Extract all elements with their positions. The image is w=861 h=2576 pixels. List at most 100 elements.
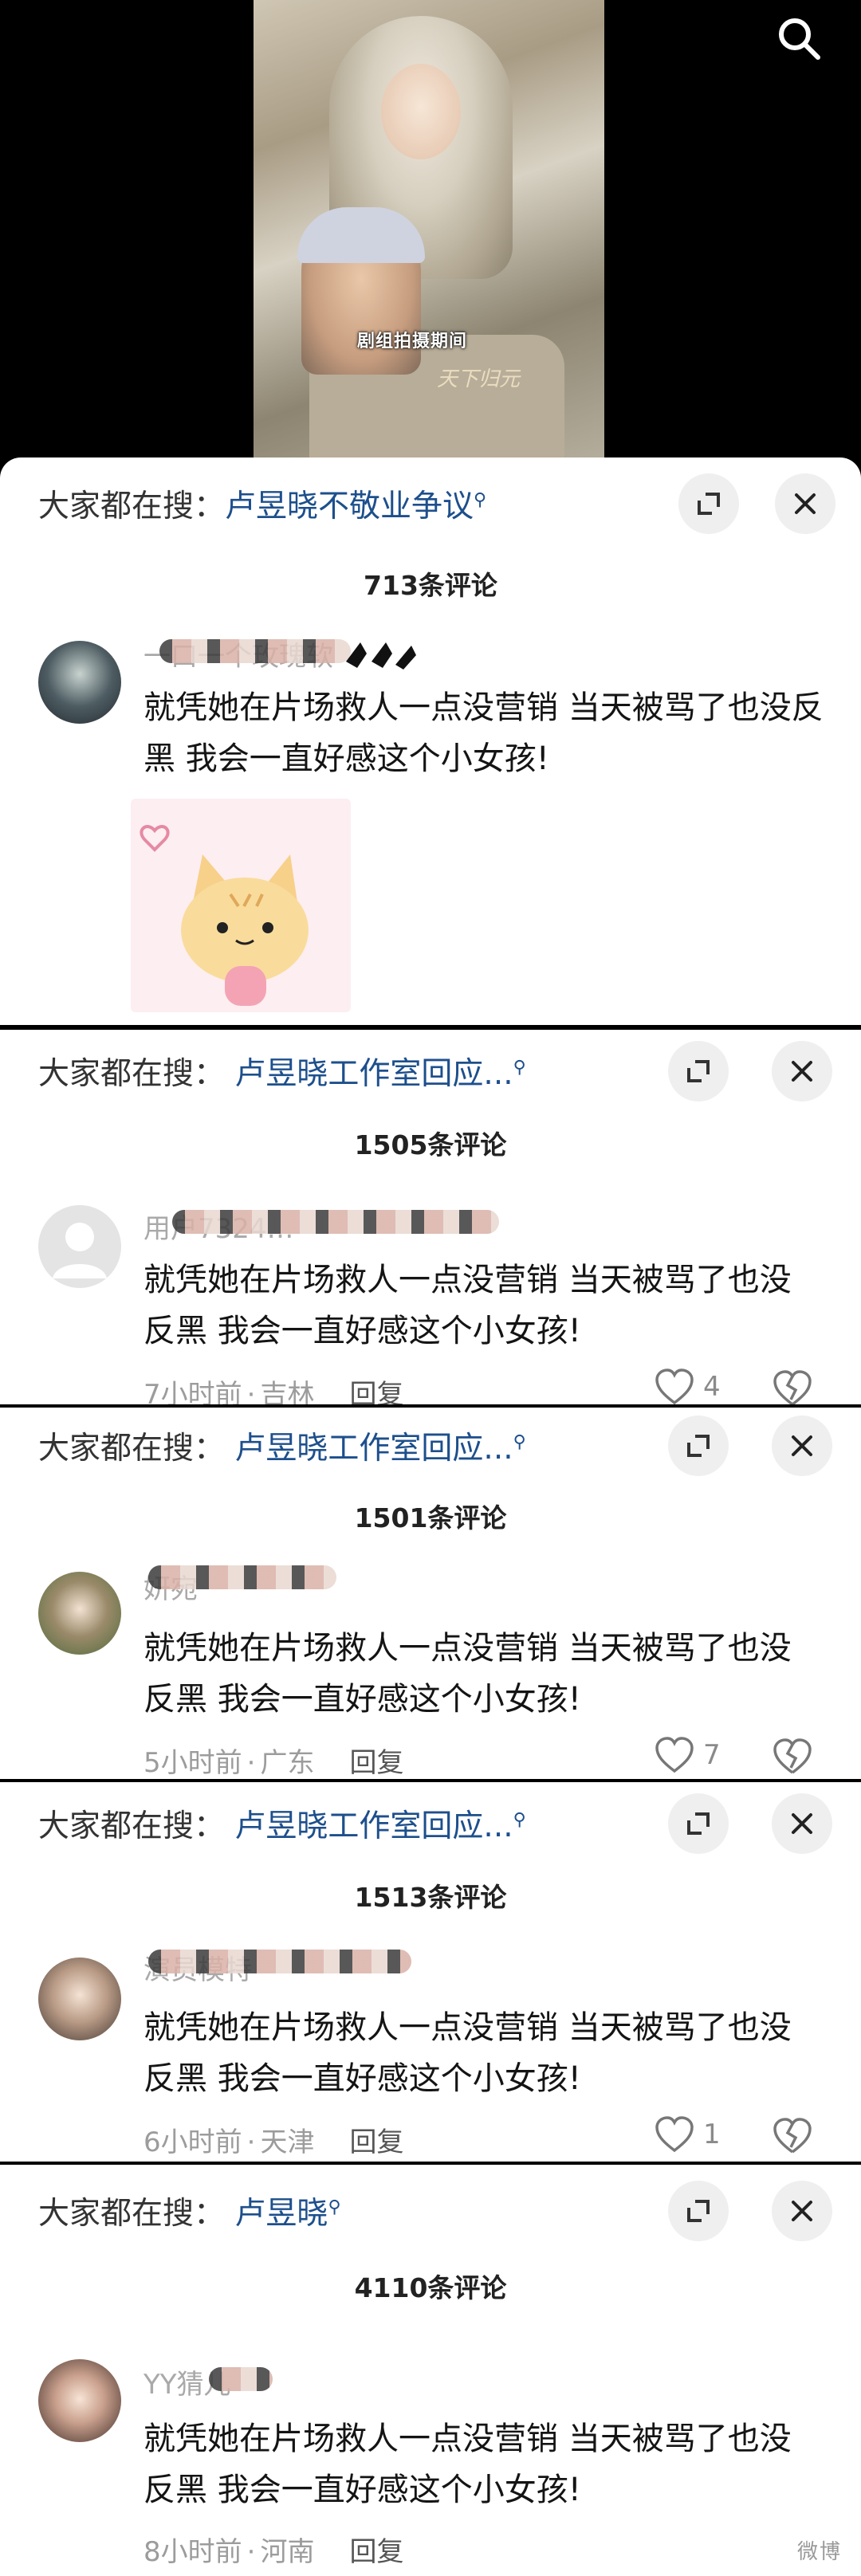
expand-icon <box>687 1435 710 1457</box>
trending-search-prefix: 大家都在搜： <box>38 1056 226 1092</box>
comment-meta: 5小时前 · 广东 回复 <box>144 1747 404 1779</box>
comment-meta: 6小时前 · 天津 回复 <box>144 2126 404 2158</box>
search-small-icon: ⚲ <box>513 1058 526 1078</box>
trending-search-term[interactable]: 卢昱晓工作室回应... <box>234 1056 513 1092</box>
comment-count: 4110条评论 <box>354 2272 507 2303</box>
username-mosaic <box>209 2367 273 2391</box>
comment-text: 就凭她在片场救人一点没营销 当天被骂了也没反黑 我会一直好感这个小女孩! <box>144 1630 792 1718</box>
panel-header: 大家都在搜：卢昱晓不敬业争议⚲ <box>0 457 861 553</box>
username-mosaic <box>172 1210 499 1234</box>
expand-button[interactable] <box>668 1041 729 1101</box>
comment-text: 就凭她在片场救人一点没营销 当天被骂了也没反黑 我会一直好感这个小女孩! <box>144 2009 792 2097</box>
like-button[interactable]: 1 <box>654 2115 721 2154</box>
cat-sticker-image[interactable] <box>131 799 351 1012</box>
comment-time: 7小时前 <box>144 1379 242 1404</box>
close-icon <box>795 493 816 514</box>
expand-icon <box>687 1060 710 1082</box>
trending-search-prefix: 大家都在搜： <box>38 2196 226 2232</box>
close-button[interactable] <box>772 2181 832 2241</box>
default-avatar-icon <box>53 1223 107 1278</box>
comment-panel: 大家都在搜： 卢昱晓⚲ 4110条评论 YY猜儿 就凭她在片场救人一点没营销 当… <box>0 2165 861 2576</box>
trending-search-term[interactable]: 卢昱晓工作室回应... <box>234 1431 513 1467</box>
expand-button[interactable] <box>668 1793 729 1854</box>
trending-search-prefix: 大家都在搜： <box>38 1808 226 1844</box>
trending-search[interactable]: 大家都在搜： 卢昱晓工作室回应...⚲ <box>38 1423 526 1468</box>
search-icon[interactable] <box>773 13 824 64</box>
like-button[interactable]: 4 <box>654 1368 721 1404</box>
reply-button[interactable]: 回复 <box>349 1747 403 1779</box>
close-button[interactable] <box>772 1793 832 1854</box>
badge-icon <box>346 642 416 670</box>
comment-time: 8小时前 <box>144 2536 242 2568</box>
expand-button[interactable] <box>668 2181 729 2241</box>
trending-search-prefix: 大家都在搜： <box>38 489 226 524</box>
video-caption: 剧组拍摄期间 <box>357 332 468 351</box>
reply-button[interactable]: 回复 <box>349 1379 403 1404</box>
broken-heart-icon[interactable] <box>772 1736 813 1777</box>
expand-icon <box>687 1812 710 1835</box>
panel-header: 大家都在搜： 卢昱晓工作室回应...⚲ <box>0 1782 861 1878</box>
broken-heart-icon[interactable] <box>772 1368 813 1404</box>
comment-time: 6小时前 <box>144 2126 242 2158</box>
panel-header: 大家都在搜： 卢昱晓工作室回应...⚲ <box>0 1030 861 1125</box>
comment-count: 1505条评论 <box>354 1129 507 1160</box>
search-small-icon: ⚲ <box>474 490 487 510</box>
expand-icon <box>687 2200 710 2222</box>
comment-location: 广东 <box>260 1747 315 1779</box>
expand-button[interactable] <box>678 473 739 534</box>
comment-count: 1501条评论 <box>354 1502 507 1533</box>
weibo-watermark: 微博 <box>796 2540 842 2564</box>
expand-icon <box>698 493 720 515</box>
comment-panel: 大家都在搜：卢昱晓不敬业争议⚲ 713条评论 一口一个玫瑰软 就凭她在片场救人一… <box>0 457 861 1025</box>
comment-meta: 7小时前 · 吉林 回复 <box>144 1372 403 1404</box>
panel-header: 大家都在搜： 卢昱晓工作室回应...⚲ <box>0 1408 861 1503</box>
trending-search[interactable]: 大家都在搜： 卢昱晓工作室回应...⚲ <box>38 1049 526 1094</box>
comment-text: 就凭她在片场救人一点没营销 当天被骂了也没反黑 我会一直好感这个小女孩! <box>144 1262 792 1349</box>
comment-text: 就凭她在片场救人一点没营销 当天被骂了也没反黑 我会一直好感这个小女孩! <box>144 689 824 777</box>
trending-search-term[interactable]: 卢昱晓工作室回应... <box>234 1808 513 1844</box>
close-icon <box>792 1813 812 1834</box>
video-player[interactable]: 剧组拍摄期间 天下归元 <box>0 0 861 478</box>
avatar[interactable] <box>38 2359 121 2442</box>
broken-heart-icon[interactable] <box>772 2115 813 2157</box>
comment-count: 1513条评论 <box>354 1882 507 1913</box>
video-watermark: 天下归元 <box>437 367 521 391</box>
heart-icon <box>655 1737 694 1773</box>
close-icon <box>792 2201 812 2221</box>
comment-panel: 大家都在搜： 卢昱晓工作室回应...⚲ 1501条评论 妍宛 就凭她在片场救人一… <box>0 1408 861 1779</box>
comment-meta: 8小时前 · 河南 回复 <box>144 2536 404 2568</box>
comment-count: 713条评论 <box>364 570 497 601</box>
panel-header: 大家都在搜： 卢昱晓⚲ <box>0 2165 861 2260</box>
comment-location: 河南 <box>260 2536 315 2568</box>
comment-text: 就凭她在片场救人一点没营销 当天被骂了也没反黑 我会一直好感这个小女孩! <box>144 2421 792 2508</box>
trending-search-prefix: 大家都在搜： <box>38 1431 226 1467</box>
video-figure-face <box>381 64 461 159</box>
heart-icon <box>655 2116 694 2153</box>
like-count: 7 <box>703 1739 721 1771</box>
close-button[interactable] <box>772 1416 832 1476</box>
avatar[interactable] <box>38 1572 121 1655</box>
heart-icon <box>655 1368 694 1404</box>
comment-location: 天津 <box>260 2126 315 2158</box>
trending-search[interactable]: 大家都在搜：卢昱晓不敬业争议⚲ <box>38 481 486 526</box>
close-button[interactable] <box>772 1041 832 1101</box>
trending-search[interactable]: 大家都在搜： 卢昱晓工作室回应...⚲ <box>38 1801 526 1846</box>
expand-button[interactable] <box>668 1416 729 1476</box>
like-button[interactable]: 7 <box>654 1736 721 1774</box>
video-frame[interactable]: 剧组拍摄期间 天下归元 <box>254 0 604 478</box>
username-mosaic <box>148 1950 411 1973</box>
like-count: 4 <box>703 1371 721 1403</box>
trending-search[interactable]: 大家都在搜： 卢昱晓⚲ <box>38 2189 341 2233</box>
avatar[interactable] <box>38 641 121 724</box>
comment-panel: 大家都在搜： 卢昱晓工作室回应...⚲ 1513条评论 演员模特 就凭她在片场救… <box>0 1782 861 2162</box>
reply-button[interactable]: 回复 <box>349 2536 403 2568</box>
comment-time: 5小时前 <box>144 1747 242 1779</box>
avatar[interactable] <box>38 1205 121 1288</box>
comment-location: 吉林 <box>260 1379 315 1404</box>
avatar[interactable] <box>38 1958 121 2040</box>
trending-search-term[interactable]: 卢昱晓 <box>234 2196 328 2232</box>
like-count: 1 <box>703 2119 721 2150</box>
close-button[interactable] <box>775 473 835 534</box>
trending-search-term[interactable]: 卢昱晓不敬业争议 <box>225 489 474 524</box>
reply-button[interactable]: 回复 <box>349 2126 403 2158</box>
